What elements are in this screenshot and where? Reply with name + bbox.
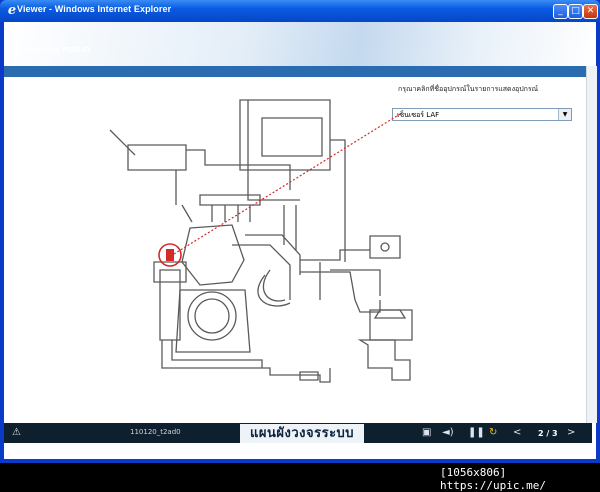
engine-head	[181, 224, 245, 286]
air-cleaner	[369, 309, 413, 341]
slide-caption: แผนผังวงจรระบบ	[240, 424, 365, 443]
engine-system-diagram	[109, 99, 413, 383]
pointer-line	[173, 113, 401, 255]
slide-id: 110120_t2ad0	[130, 428, 181, 436]
ecu-box	[239, 99, 331, 171]
fuel-tank-box	[127, 144, 187, 171]
pause-icon[interactable]: ❚❚	[468, 427, 485, 439]
warning-icon[interactable]: ⚠	[12, 427, 21, 439]
book-icon[interactable]: ▣	[422, 427, 431, 439]
prev-icon[interactable]: <	[513, 427, 521, 439]
next-icon[interactable]: >	[567, 427, 575, 439]
speaker-icon[interactable]: ◄)	[442, 427, 454, 439]
image-footer: [1056x806] https://upic.me/	[440, 466, 546, 492]
page-counter: 2 / 3	[538, 429, 558, 438]
replay-icon[interactable]: ↻	[489, 427, 497, 439]
laf-sensor-marker	[166, 249, 174, 261]
sensor-box	[369, 235, 401, 259]
